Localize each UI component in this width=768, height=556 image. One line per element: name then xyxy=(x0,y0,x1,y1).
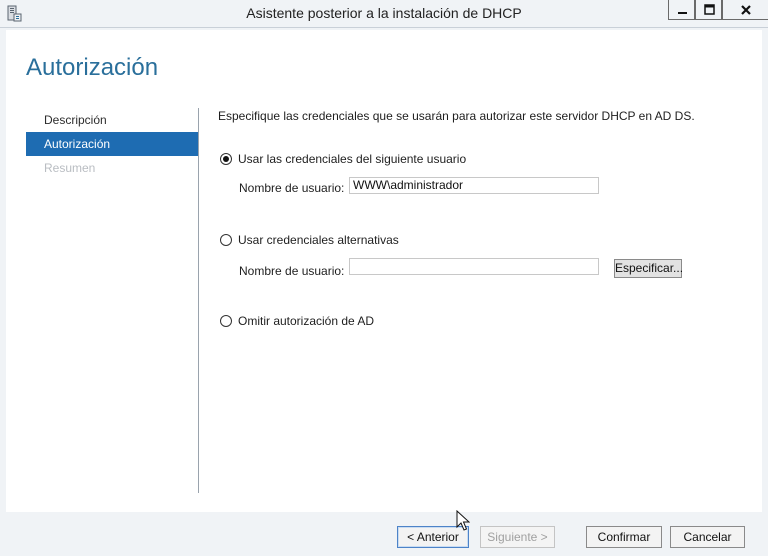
title-bar[interactable]: Asistente posterior a la instalación de … xyxy=(0,0,768,28)
radio-skip-authorization-label: Omitir autorización de AD xyxy=(238,314,375,328)
button-bar: < Anterior Siguiente > Confirmar Cancela… xyxy=(0,514,768,556)
radio-current-credentials-label: Usar las credenciales del siguiente usua… xyxy=(238,152,467,166)
radio-alternate-credentials-label: Usar credenciales alternativas xyxy=(238,233,399,247)
page-title: Autorización xyxy=(26,54,159,81)
mouse-pointer-icon xyxy=(456,510,470,531)
auth-content: Especifique las credenciales que se usar… xyxy=(218,30,758,510)
radio-skip-authorization[interactable]: Omitir autorización de AD xyxy=(220,314,374,328)
radio-current-credentials[interactable]: Usar las credenciales del siguiente usua… xyxy=(220,152,466,166)
minimize-icon xyxy=(678,12,687,14)
close-icon xyxy=(741,5,751,15)
radio-alternate-credentials[interactable]: Usar credenciales alternativas xyxy=(220,233,399,247)
nav-item-descripcion[interactable]: Descripción xyxy=(26,108,198,132)
maximize-icon xyxy=(704,4,715,15)
wizard-panel: Autorización Descripción Autorización Re… xyxy=(6,30,762,512)
radio-current-credentials-button[interactable] xyxy=(220,153,232,165)
cancel-button[interactable]: Cancelar xyxy=(670,526,745,548)
maximize-button[interactable] xyxy=(695,0,722,20)
nav-divider xyxy=(198,108,199,493)
radio-skip-authorization-button[interactable] xyxy=(220,315,232,327)
alternate-username-label: Nombre de usuario: xyxy=(239,264,345,278)
close-button[interactable] xyxy=(722,0,768,20)
confirm-button[interactable]: Confirmar xyxy=(586,526,662,548)
dhcp-wizard-window: Asistente posterior a la instalación de … xyxy=(0,0,768,556)
nav-item-autorizacion[interactable]: Autorización xyxy=(26,132,198,156)
nav-item-resumen: Resumen xyxy=(44,161,96,175)
wizard-nav: Descripción Autorización Resumen xyxy=(26,108,198,180)
intro-text: Especifique las credenciales que se usar… xyxy=(218,109,695,123)
window-title: Asistente posterior a la instalación de … xyxy=(246,5,522,21)
radio-alternate-credentials-button[interactable] xyxy=(220,234,232,246)
minimize-button[interactable] xyxy=(668,0,695,20)
alternate-username-field[interactable] xyxy=(349,258,599,275)
next-button: Siguiente > xyxy=(480,526,555,548)
specify-button[interactable]: Especificar... xyxy=(614,259,683,278)
current-username-field[interactable]: WWW\administrador xyxy=(349,177,599,194)
current-username-label: Nombre de usuario: xyxy=(239,181,345,195)
